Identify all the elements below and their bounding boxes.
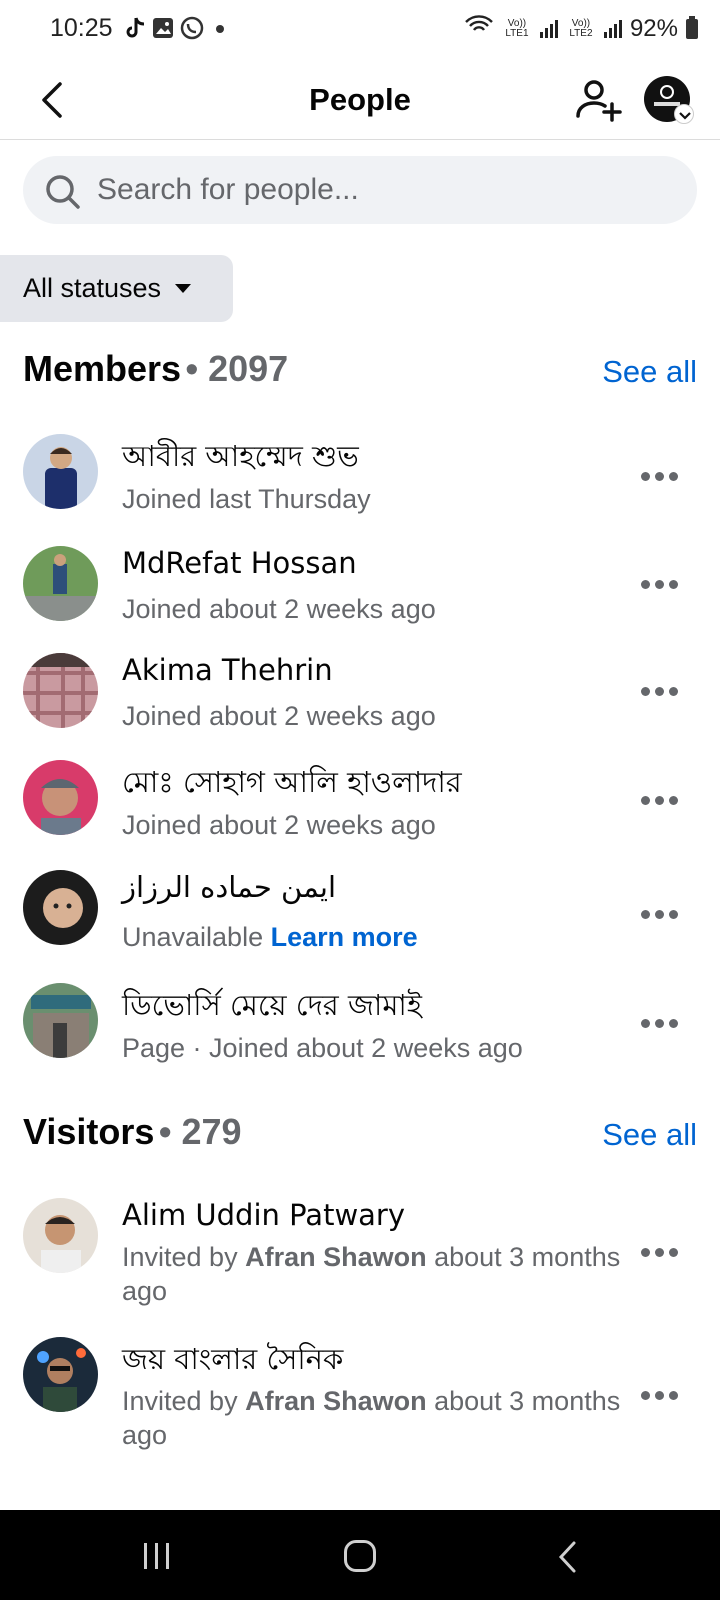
system-navigation-bar — [0, 1510, 720, 1600]
wifi-icon — [464, 14, 494, 43]
avatar[interactable] — [23, 1198, 98, 1273]
more-options-button[interactable] — [641, 910, 679, 920]
visitor-invite-info: Invited by Afran Shawon about 3 months a… — [122, 1240, 642, 1308]
status-filter-label: All statuses — [23, 273, 162, 303]
member-row[interactable]: MdRefat Hossan Joined about 2 weeks ago — [23, 546, 697, 626]
avatar[interactable] — [23, 546, 98, 621]
visitor-invite-info: Invited by Afran Shawon about 3 months a… — [122, 1384, 642, 1452]
visitor-row[interactable]: Alim Uddin Patwary Invited by Afran Shaw… — [23, 1198, 697, 1308]
caret-down-icon — [175, 284, 192, 293]
gallery-icon — [152, 17, 174, 44]
members-title: Members — [23, 348, 182, 389]
add-people-button[interactable] — [574, 76, 622, 124]
chevron-down-icon — [674, 104, 694, 124]
whatsapp-icon — [180, 16, 204, 45]
tiktok-icon — [124, 16, 146, 45]
member-row[interactable]: আবীর আহম্মেদ শুভ Joined last Thursday — [23, 434, 697, 514]
avatar[interactable] — [23, 870, 98, 945]
invited-by-text: Invited by — [122, 1242, 246, 1272]
back-chevron-icon — [558, 1541, 576, 1573]
visitor-name[interactable]: Alim Uddin Patwary — [122, 1198, 405, 1232]
profile-switcher-avatar[interactable] — [644, 76, 694, 124]
system-back-button[interactable] — [556, 1540, 580, 1579]
visitors-title: Visitors — [23, 1111, 155, 1152]
member-name[interactable]: মোঃ সোহাগ আলি হাওলাদার — [122, 760, 462, 809]
avatar[interactable] — [23, 983, 98, 1058]
visitors-count: • 279 — [158, 1111, 242, 1152]
inviter-name[interactable]: Afran Shawon — [245, 1242, 427, 1272]
add-person-icon — [576, 80, 622, 122]
visitor-name[interactable]: জয় বাংলার সৈনিক — [122, 1337, 343, 1386]
signal-1-icon — [539, 19, 558, 38]
invited-by-text: Invited by — [122, 1386, 246, 1416]
member-name[interactable]: MdRefat Hossan — [122, 546, 357, 580]
home-button[interactable] — [344, 1540, 376, 1572]
member-name[interactable]: ايمن حماده الرزاز — [122, 870, 336, 904]
member-joined: Joined about 2 weeks ago — [122, 594, 436, 624]
visitors-see-all-link[interactable]: See all — [602, 1117, 697, 1153]
lte2-label: Vo)) LTE2 — [569, 17, 593, 39]
more-options-button[interactable] — [641, 472, 679, 482]
members-see-all-link[interactable]: See all — [602, 354, 697, 390]
members-section-header: Members • 2097 See all — [23, 348, 697, 392]
member-row[interactable]: Akima Thehrin Joined about 2 weeks ago — [23, 653, 697, 733]
battery-icon — [686, 15, 698, 39]
recent-apps-button[interactable] — [144, 1543, 174, 1571]
member-name[interactable]: ডিভোর্সি মেয়ে দের জামাই — [122, 983, 422, 1032]
member-row[interactable]: মোঃ সোহাগ আলি হাওলাদার Joined about 2 we… — [23, 760, 697, 840]
top-app-bar: People — [0, 60, 720, 140]
more-options-button[interactable] — [641, 580, 679, 590]
more-options-button[interactable] — [641, 1019, 679, 1029]
learn-more-link[interactable]: Learn more — [271, 922, 418, 952]
more-options-button[interactable] — [641, 1391, 679, 1401]
search-input[interactable] — [97, 166, 677, 214]
member-unavailable-text: Unavailable — [122, 922, 264, 952]
avatar[interactable] — [23, 760, 98, 835]
more-options-button[interactable] — [641, 796, 679, 806]
status-filter-dropdown[interactable]: All statuses — [0, 255, 233, 322]
member-row[interactable]: ডিভোর্সি মেয়ে দের জামাই Page · Joined a… — [23, 983, 697, 1063]
member-joined: Page · Joined about 2 weeks ago — [122, 1033, 523, 1063]
more-options-button[interactable] — [641, 1248, 679, 1258]
lte1-label: Vo)) LTE1 — [505, 17, 529, 39]
search-bar[interactable] — [23, 156, 697, 224]
more-options-button[interactable] — [641, 687, 679, 697]
avatar[interactable] — [23, 653, 98, 728]
search-icon — [46, 175, 80, 209]
member-joined: Joined about 2 weeks ago — [122, 701, 436, 731]
status-bar: 10:25 Vo)) LTE1 Vo)) LTE2 92% — [0, 0, 720, 60]
member-joined: Joined about 2 weeks ago — [122, 810, 436, 840]
visitor-row[interactable]: জয় বাংলার সৈনিক Invited by Afran Shawon… — [23, 1337, 697, 1450]
member-status: Unavailable Learn more — [122, 920, 642, 954]
avatar[interactable] — [23, 1337, 98, 1412]
member-joined: Joined last Thursday — [122, 484, 371, 514]
status-indicators: Vo)) LTE1 Vo)) LTE2 92% — [464, 14, 698, 43]
avatar[interactable] — [23, 434, 98, 509]
member-name[interactable]: Akima Thehrin — [122, 653, 333, 687]
notification-dot-icon — [210, 16, 230, 45]
status-app-icons — [124, 16, 230, 45]
members-count: • 2097 — [185, 348, 289, 389]
member-name[interactable]: আবীর আহম্মেদ শুভ — [122, 434, 359, 483]
signal-2-icon — [603, 19, 622, 38]
visitors-section-header: Visitors • 279 See all — [23, 1111, 697, 1155]
member-row[interactable]: ايمن حماده الرزاز Unavailable Learn more — [23, 870, 697, 952]
inviter-name[interactable]: Afran Shawon — [245, 1386, 427, 1416]
battery-percent: 92% — [629, 14, 678, 42]
status-time: 10:25 — [50, 14, 113, 42]
